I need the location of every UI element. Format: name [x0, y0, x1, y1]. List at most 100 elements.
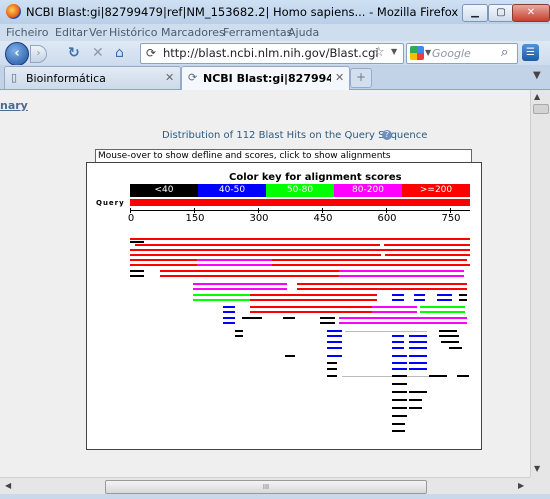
menu-tools[interactable]: Ferramentas: [223, 26, 292, 39]
hit-alignment-bar[interactable]: [327, 335, 342, 337]
hit-alignment-bar[interactable]: [339, 322, 467, 324]
hit-alignment-bar[interactable]: [320, 322, 335, 324]
hit-alignment-bar[interactable]: [459, 294, 467, 296]
hit-alignment-bar[interactable]: [437, 299, 452, 301]
hit-alignment-bar[interactable]: [223, 317, 235, 319]
hit-alignment-bar[interactable]: [327, 375, 337, 377]
hit-alignment-bar[interactable]: [197, 264, 272, 266]
hit-alignment-bar[interactable]: [130, 275, 144, 277]
hit-alignment-bar[interactable]: [130, 241, 144, 243]
hit-alignment-bar[interactable]: [327, 330, 342, 332]
vertical-scroll-thumb[interactable]: [533, 104, 549, 114]
hit-alignment-bar[interactable]: [272, 259, 467, 261]
hit-alignment-bar[interactable]: [392, 294, 404, 296]
hit-alignment-bar[interactable]: [235, 330, 243, 332]
hit-alignment-bar[interactable]: [392, 347, 404, 349]
hit-alignment-bar[interactable]: [459, 299, 467, 301]
hit-alignment-bar[interactable]: [250, 306, 372, 308]
minimize-button[interactable]: ▁: [462, 4, 488, 22]
hit-alignment-bar[interactable]: [384, 244, 470, 246]
hit-alignment-bar[interactable]: [135, 244, 380, 246]
menu-view[interactable]: Ver: [89, 26, 107, 39]
hit-alignment-bar[interactable]: [392, 335, 404, 337]
hit-alignment-bar[interactable]: [414, 294, 425, 296]
blast-hits-graphic[interactable]: Color key for alignment scores <40 40-50…: [86, 162, 482, 450]
hit-alignment-bar[interactable]: [409, 347, 427, 349]
hit-alignment-bar[interactable]: [193, 283, 287, 285]
summary-link[interactable]: nary: [0, 99, 28, 112]
scroll-down-icon[interactable]: ▼: [534, 464, 540, 473]
hit-alignment-bar[interactable]: [414, 299, 425, 301]
hit-alignment-bar[interactable]: [439, 330, 457, 332]
hit-alignment-bar[interactable]: [242, 317, 262, 319]
hit-alignment-bar[interactable]: [449, 347, 462, 349]
hit-alignment-bar[interactable]: [193, 299, 250, 301]
scroll-right-icon[interactable]: ▶: [518, 481, 524, 490]
scroll-left-icon[interactable]: ◀: [5, 481, 11, 490]
hit-alignment-bar[interactable]: [327, 362, 337, 364]
home-icon[interactable]: ⌂: [115, 45, 124, 61]
hit-alignment-bar[interactable]: [392, 415, 407, 417]
hit-alignment-bar[interactable]: [409, 355, 427, 357]
hit-alignment-bar[interactable]: [441, 341, 459, 343]
hit-alignment-bar[interactable]: [392, 407, 407, 409]
hit-alignment-bar[interactable]: [297, 288, 467, 290]
hit-alignment-bar[interactable]: [339, 270, 464, 272]
scroll-up-icon[interactable]: ▲: [534, 92, 540, 101]
hit-alignment-bar[interactable]: [223, 322, 235, 324]
hit-alignment-bar[interactable]: [392, 430, 405, 432]
hit-alignment-bar[interactable]: [457, 375, 469, 377]
hit-alignment-bar[interactable]: [272, 264, 470, 266]
tab-bioinformatica[interactable]: ▯ Bioinformática ✕: [4, 66, 181, 89]
maximize-button[interactable]: ▢: [488, 4, 514, 22]
search-icon[interactable]: ⌕: [501, 45, 508, 60]
bookmark-star-icon[interactable]: ☆: [373, 45, 385, 60]
addon-toolbar-icon[interactable]: ☰: [522, 44, 539, 61]
help-icon[interactable]: ?: [382, 130, 392, 140]
hit-alignment-bar[interactable]: [392, 299, 404, 301]
hit-alignment-bar[interactable]: [250, 294, 377, 296]
hit-alignment-bar[interactable]: [130, 254, 381, 256]
hit-alignment-bar[interactable]: [130, 238, 470, 240]
menu-help[interactable]: Ajuda: [288, 26, 319, 39]
reload-icon[interactable]: ↻: [68, 45, 80, 61]
tab-close-icon[interactable]: ✕: [335, 71, 344, 84]
hit-alignment-bar[interactable]: [285, 355, 295, 357]
menu-file[interactable]: Ficheiro: [6, 26, 48, 39]
hit-alignment-bar[interactable]: [320, 317, 335, 319]
vertical-scrollbar[interactable]: ▲ ▼: [530, 90, 550, 477]
hit-alignment-bar[interactable]: [160, 270, 339, 272]
hit-alignment-bar[interactable]: [327, 368, 337, 370]
hit-alignment-bar[interactable]: [420, 306, 465, 308]
hit-alignment-bar[interactable]: [392, 355, 407, 357]
google-search-engine-icon[interactable]: [410, 46, 424, 60]
hit-alignment-bar[interactable]: [160, 275, 339, 277]
search-engine-dropdown-icon[interactable]: ▼: [425, 48, 431, 57]
hit-alignment-bar[interactable]: [130, 270, 144, 272]
horizontal-scroll-thumb[interactable]: III: [105, 480, 427, 494]
horizontal-scrollbar[interactable]: ◀ III ▶: [0, 477, 530, 495]
tab-ncbi-blast[interactable]: ⟳ NCBI Blast:gi|82799479|r... ✕: [181, 66, 350, 91]
hit-alignment-bar[interactable]: [283, 317, 295, 319]
search-box[interactable]: ▼ Google ⌕: [406, 43, 518, 64]
hit-alignment-bar[interactable]: [235, 335, 243, 337]
menu-bookmarks[interactable]: Marcadores: [161, 26, 225, 39]
menu-edit[interactable]: Editar: [55, 26, 88, 39]
close-window-button[interactable]: ✕: [512, 4, 550, 22]
hit-alignment-bar[interactable]: [297, 283, 467, 285]
hit-alignment-bar[interactable]: [385, 254, 470, 256]
hit-alignment-bar[interactable]: [409, 399, 422, 401]
menu-history[interactable]: Histórico: [109, 26, 157, 39]
tab-close-icon[interactable]: ✕: [165, 71, 174, 84]
hit-alignment-bar[interactable]: [429, 375, 447, 377]
hit-alignment-bar[interactable]: [392, 362, 407, 364]
url-text[interactable]: http://blast.ncbi.nlm.nih.gov/Blast.cgi: [163, 46, 379, 60]
hit-alignment-bar[interactable]: [392, 341, 404, 343]
hit-alignment-bar[interactable]: [193, 288, 287, 290]
hit-alignment-bar[interactable]: [392, 383, 407, 385]
hit-alignment-bar[interactable]: [409, 368, 427, 370]
hit-alignment-bar[interactable]: [130, 249, 470, 251]
hit-alignment-bar[interactable]: [130, 259, 197, 261]
hit-alignment-bar[interactable]: [409, 341, 427, 343]
hit-alignment-bar[interactable]: [193, 294, 250, 296]
